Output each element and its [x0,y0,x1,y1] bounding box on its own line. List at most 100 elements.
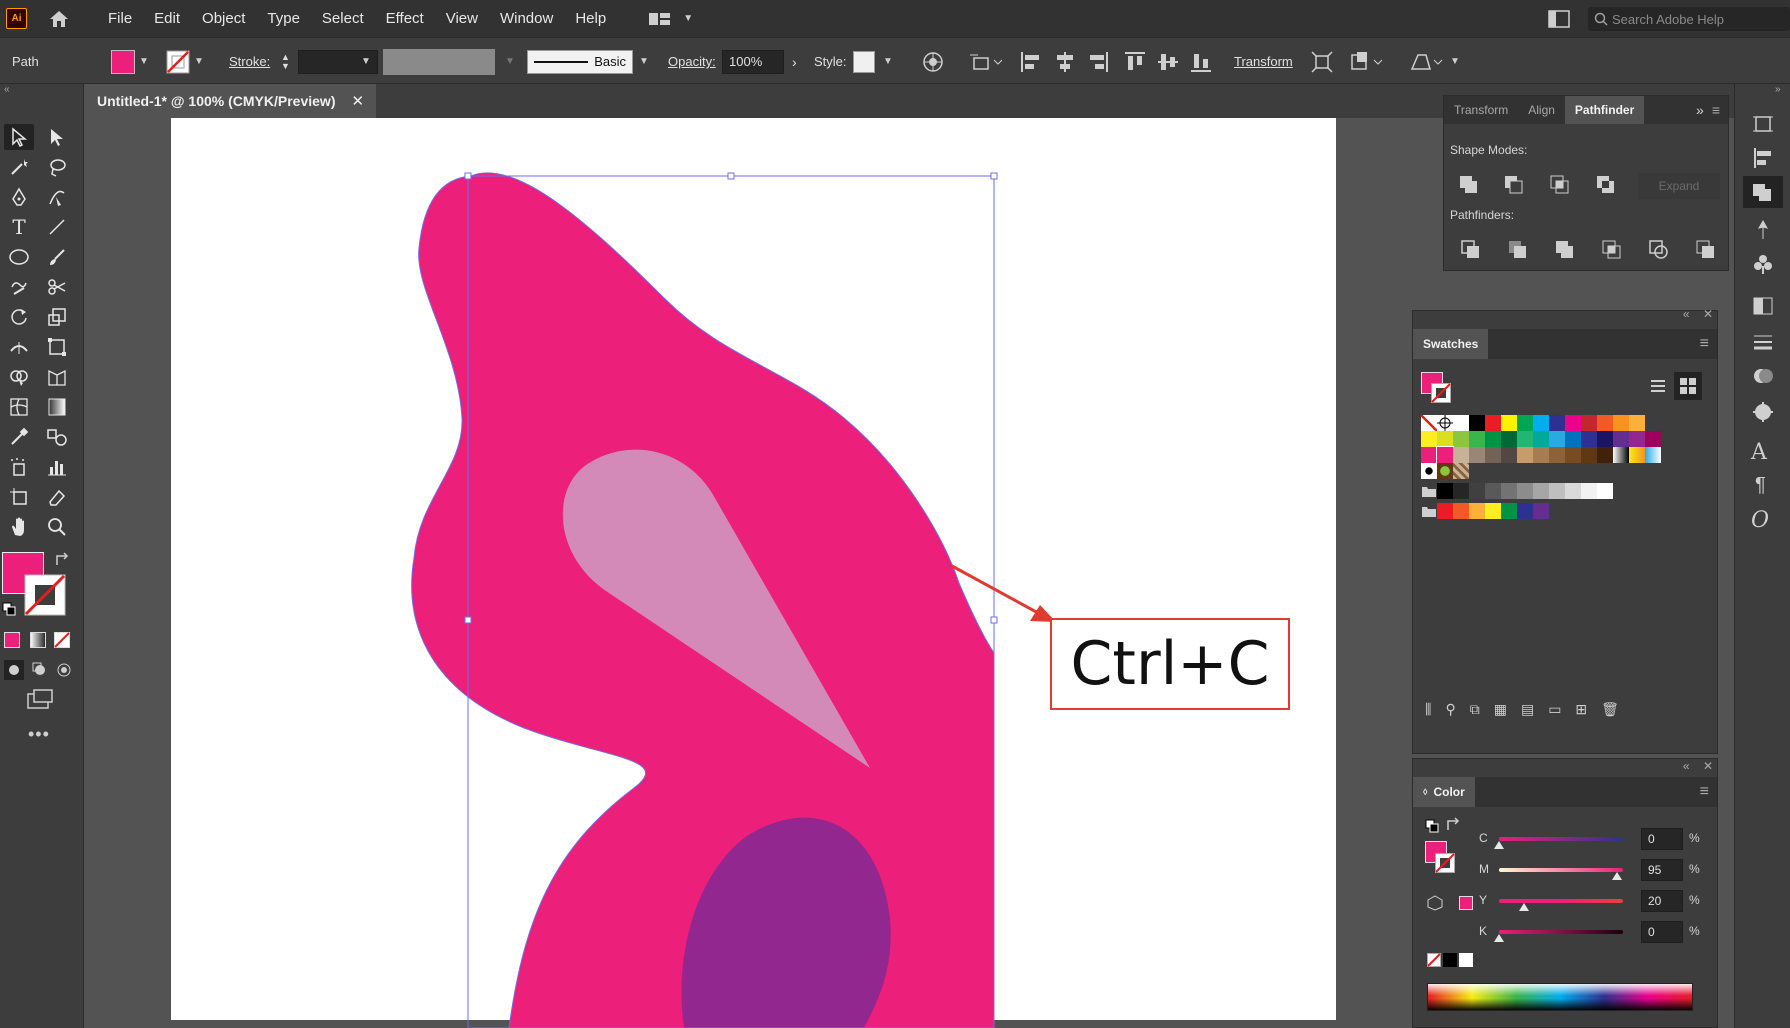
cmyk-slider-y[interactable] [1499,899,1623,903]
stroke-swatch-control[interactable]: ▼ [166,38,204,85]
swatch-chip[interactable] [1469,483,1485,499]
paragraph-panel-icon[interactable]: ¶ [1751,474,1775,498]
swatch-chip[interactable] [1533,483,1549,499]
swatch-chip[interactable] [1629,415,1645,431]
swatch-chip[interactable] [1613,415,1629,431]
line-segment-tool[interactable] [42,214,72,240]
pathfinder-panel-button[interactable] [1743,176,1783,208]
swatch-chip[interactable] [1549,447,1565,463]
curvature-tool[interactable] [42,184,72,210]
swatch-chip[interactable] [1581,415,1597,431]
type-tool-icon[interactable]: T [4,214,34,240]
tab-align[interactable]: Align [1518,96,1565,124]
delete-swatch-icon[interactable]: 🗑 [1601,701,1619,718]
shaper-tool[interactable] [4,274,34,300]
swatch-chip[interactable] [1469,503,1485,519]
color-group-folder-icon[interactable] [1421,483,1437,499]
cmyk-value-m[interactable]: 95 [1641,859,1683,881]
shape-builder-tool[interactable] [4,364,34,390]
new-color-group-icon[interactable]: ▦ [1494,701,1507,718]
character-panel-icon[interactable]: A [1751,440,1775,465]
close-panel-icon[interactable]: ✕ [1703,759,1713,773]
swatch-chip[interactable] [1453,447,1469,463]
swatch-chip[interactable] [1453,463,1469,479]
swatch-chip[interactable] [1597,415,1613,431]
handle-top-left[interactable] [464,172,472,180]
new-folder-icon[interactable]: ▭ [1548,701,1561,718]
intersect-icon[interactable] [1548,173,1572,197]
default-colors-icon[interactable] [1425,819,1439,833]
swatch-chip[interactable] [1469,447,1485,463]
handle-top-center[interactable] [727,172,735,180]
swatch-chip[interactable] [1565,431,1581,447]
swatch-chip[interactable] [1533,431,1549,447]
swatch-chip[interactable] [1485,503,1501,519]
swatch-chip[interactable] [1517,483,1533,499]
swap-colors-icon[interactable] [1445,817,1461,833]
stepper-arrows-icon[interactable]: ▲ ▼ [281,52,290,71]
mesh-tool[interactable] [4,394,34,420]
expand-button[interactable]: Expand [1638,173,1720,199]
new-swatch-icon[interactable]: ⊞ [1575,701,1587,718]
grid-view-button[interactable] [1674,372,1702,400]
open-theme-icon[interactable]: ▤ [1521,701,1534,718]
pen-tool[interactable] [4,184,34,210]
collapse-toolbar-icon[interactable]: « [4,84,10,95]
swatch-chip[interactable] [1501,431,1517,447]
magic-wand-tool[interactable] [4,154,34,180]
swatch-chip[interactable] [1421,415,1437,431]
swatch-chip[interactable] [1453,431,1469,447]
menu-object[interactable]: Object [191,10,256,27]
stroke-none-icon[interactable] [166,50,190,74]
rotate-tool[interactable] [4,304,34,330]
brush-definition-field[interactable]: Basic [527,49,633,74]
color-group-folder-icon[interactable] [1421,503,1437,519]
zoom-tool[interactable] [42,514,72,540]
swatch-chip[interactable] [1597,431,1613,447]
swap-fill-stroke-icon[interactable] [54,552,70,568]
draw-behind-icon[interactable] [30,660,50,680]
more-tabs-icon[interactable]: » [1696,102,1704,118]
hand-tool[interactable] [4,514,34,540]
swatch-chip[interactable] [1469,415,1485,431]
close-panel-icon[interactable]: ✕ [1703,307,1713,321]
swatch-chip[interactable] [1581,483,1597,499]
scale-tool[interactable] [42,304,72,330]
gradient-mode-icon[interactable] [30,632,46,648]
swatch-chip[interactable] [1437,415,1453,431]
width-profile-preview[interactable] [383,48,495,75]
color-spectrum-bar[interactable] [1427,983,1693,1011]
trim-icon[interactable] [1506,238,1530,262]
stroke-color-box[interactable] [24,574,66,616]
draw-inside-icon[interactable] [54,660,74,680]
swatch-chip[interactable] [1501,503,1517,519]
crop-icon[interactable] [1600,238,1624,262]
menu-effect[interactable]: Effect [375,10,435,27]
chevron-right-icon[interactable]: › [792,54,797,70]
swatch-chip[interactable] [1517,415,1533,431]
swatch-chip[interactable] [1549,483,1565,499]
slider-thumb[interactable] [1518,903,1529,911]
swatch-chip[interactable] [1645,431,1661,447]
width-tool[interactable] [4,334,34,360]
handle-middle-right[interactable] [990,616,998,624]
swatch-chip[interactable] [1453,503,1469,519]
swatch-chip[interactable] [1597,483,1613,499]
swatch-chip[interactable] [1533,503,1549,519]
swatch-chip[interactable] [1436,446,1454,464]
graphic-style-swatch[interactable] [853,50,875,73]
scissors-tool[interactable] [42,274,72,300]
cmyk-slider-c[interactable] [1499,837,1623,841]
divide-icon[interactable] [1459,238,1483,262]
swatch-chip[interactable] [1517,447,1533,463]
cmyk-value-k[interactable]: 0 [1641,921,1683,943]
cmyk-value-y[interactable]: 20 [1641,890,1683,912]
opacity-field[interactable]: 100% [722,49,784,74]
stroke-label[interactable]: Stroke: [229,38,270,85]
tab-swatches[interactable]: Swatches [1413,329,1489,359]
transform-link[interactable]: Transform [1234,38,1293,85]
handle-middle-left[interactable] [464,616,472,624]
swatch-chip[interactable] [1485,447,1501,463]
cmyk-value-c[interactable]: 0 [1641,828,1683,850]
swatches-menu-icon[interactable]: ≡ [1700,335,1709,353]
